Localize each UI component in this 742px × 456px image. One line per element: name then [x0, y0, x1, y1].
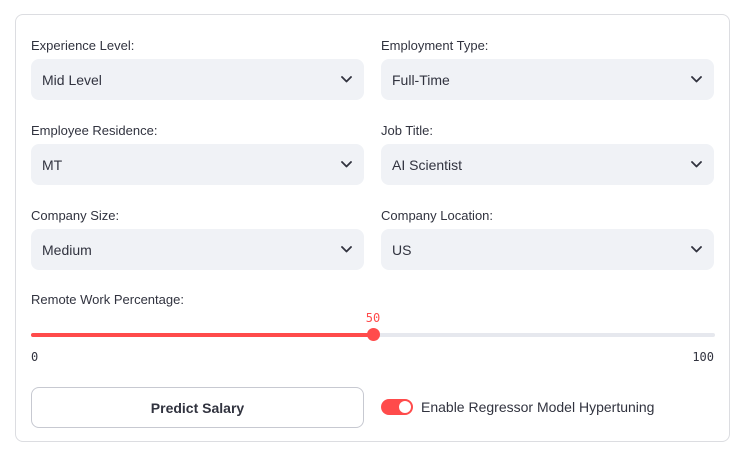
job-title-value: AI Scientist: [392, 156, 463, 173]
experience-level-select[interactable]: Mid Level: [31, 59, 364, 100]
chevron-down-icon: [690, 244, 702, 256]
hypertuning-toggle[interactable]: Enable Regressor Model Hypertuning: [381, 399, 654, 415]
job-title-label: Job Title:: [381, 123, 434, 138]
chevron-down-icon: [340, 159, 352, 171]
chevron-down-icon: [690, 159, 702, 171]
toggle-switch[interactable]: [381, 399, 413, 415]
company-size-label: Company Size:: [31, 208, 120, 223]
company-location-select[interactable]: US: [381, 229, 714, 270]
predict-salary-button[interactable]: Predict Salary: [31, 387, 364, 428]
employment-type-label: Employment Type:: [381, 38, 489, 53]
slider-max-label: 100: [692, 350, 714, 364]
toggle-knob: [399, 401, 411, 413]
prediction-form: Experience Level: Mid Level Employment T…: [15, 14, 730, 442]
job-title-select[interactable]: AI Scientist: [381, 144, 714, 185]
slider-thumb[interactable]: [367, 328, 380, 341]
company-size-value: Medium: [42, 241, 92, 258]
slider-fill: [31, 333, 373, 337]
slider-current-value: 50: [365, 311, 381, 325]
employee-residence-select[interactable]: MT: [31, 144, 364, 185]
slider-min-label: 0: [31, 350, 39, 364]
employee-residence-value: MT: [42, 156, 63, 173]
remote-work-label: Remote Work Percentage:: [31, 292, 184, 307]
employee-residence-label: Employee Residence:: [31, 123, 158, 138]
company-location-label: Company Location:: [381, 208, 494, 223]
company-location-value: US: [392, 241, 412, 258]
chevron-down-icon: [690, 74, 702, 86]
experience-level-value: Mid Level: [42, 71, 102, 88]
employment-type-select[interactable]: Full-Time: [381, 59, 714, 100]
company-size-select[interactable]: Medium: [31, 229, 364, 270]
employment-type-value: Full-Time: [392, 71, 450, 88]
remote-work-slider[interactable]: [31, 328, 715, 341]
chevron-down-icon: [340, 244, 352, 256]
hypertuning-toggle-label: Enable Regressor Model Hypertuning: [421, 399, 655, 415]
chevron-down-icon: [340, 74, 352, 86]
experience-level-label: Experience Level:: [31, 38, 135, 53]
